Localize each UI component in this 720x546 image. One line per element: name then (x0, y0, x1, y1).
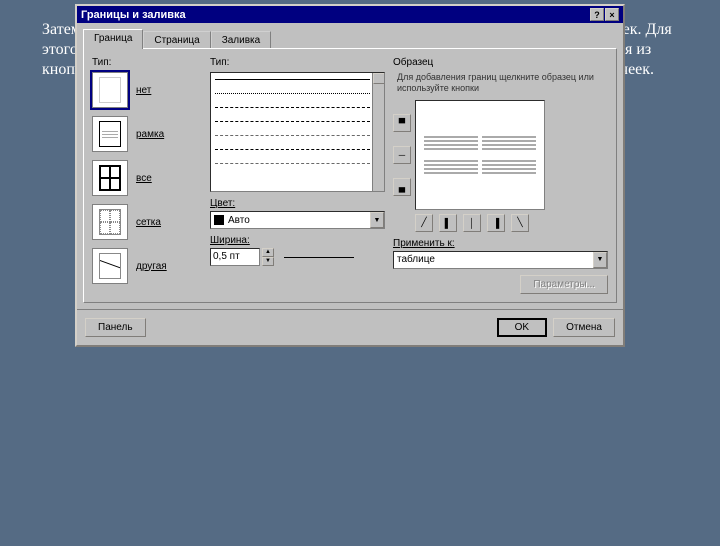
color-label: Цвет: (210, 198, 385, 209)
edge-top-button[interactable]: ▀ (393, 114, 411, 132)
type-label: Тип: (92, 57, 202, 68)
color-dropdown[interactable]: Авто ▼ (210, 211, 385, 229)
edge-diag1-button[interactable]: ╱ (415, 214, 433, 232)
width-preview-line (284, 257, 354, 258)
width-down-icon[interactable]: ▼ (262, 257, 274, 266)
chevron-down-icon[interactable]: ▼ (370, 212, 384, 228)
width-label: Ширина: (210, 235, 385, 246)
chevron-down-icon[interactable]: ▼ (593, 252, 607, 268)
options-button: Параметры... (520, 275, 608, 294)
preview-hint: Для добавления границ щелкните образец и… (393, 72, 608, 94)
tab-fill[interactable]: Заливка (211, 31, 272, 48)
edge-vmid-button[interactable]: │ (463, 214, 481, 232)
type-box-label: рамка (136, 129, 164, 140)
color-value: Авто (228, 215, 250, 226)
style-label: Тип: (210, 57, 385, 68)
ok-button[interactable]: OK (497, 318, 547, 337)
help-icon[interactable]: ? (590, 8, 604, 21)
borders-shading-dialog: Границы и заливка ? × Граница Страница З… (75, 4, 625, 347)
width-input[interactable]: 0,5 пт (210, 248, 260, 266)
edge-hmid-button[interactable]: ─ (393, 146, 411, 164)
type-grid-label: сетка (136, 217, 161, 228)
dialog-title: Границы и заливка (81, 9, 186, 21)
tab-border[interactable]: Граница (83, 29, 143, 49)
type-all[interactable]: все (92, 160, 202, 196)
preview-box[interactable] (415, 100, 545, 210)
apply-label: Применить к: (393, 238, 608, 249)
titlebar: Границы и заливка ? × (77, 6, 623, 23)
edge-left-button[interactable]: ▌ (439, 214, 457, 232)
close-icon[interactable]: × (605, 8, 619, 21)
dialog-footer: Панель OK Отмена (77, 309, 623, 345)
width-up-icon[interactable]: ▲ (262, 248, 274, 257)
tab-panel-border: Тип: нет рамка все сетк (83, 48, 617, 303)
cancel-button[interactable]: Отмена (553, 318, 615, 337)
tab-page[interactable]: Страница (143, 31, 210, 48)
edge-right-button[interactable]: ▐ (487, 214, 505, 232)
apply-value: таблице (397, 254, 435, 265)
color-swatch-icon (214, 215, 224, 225)
tab-strip: Граница Страница Заливка (83, 29, 617, 48)
type-custom[interactable]: другая (92, 248, 202, 284)
type-all-label: все (136, 173, 152, 184)
type-none-label: нет (136, 85, 151, 96)
panel-button[interactable]: Панель (85, 318, 146, 337)
preview-label: Образец (393, 57, 608, 68)
scroll-up-icon[interactable]: ▲ (373, 73, 385, 84)
style-scrollbar[interactable]: ▲ (372, 73, 384, 191)
type-custom-label: другая (136, 261, 167, 272)
type-none[interactable]: нет (92, 72, 202, 108)
apply-dropdown[interactable]: таблице ▼ (393, 251, 608, 269)
edge-bottom-button[interactable]: ▄ (393, 178, 411, 196)
line-style-list[interactable]: ▲ (210, 72, 385, 192)
edge-diag2-button[interactable]: ╲ (511, 214, 529, 232)
type-grid[interactable]: сетка (92, 204, 202, 240)
type-box[interactable]: рамка (92, 116, 202, 152)
